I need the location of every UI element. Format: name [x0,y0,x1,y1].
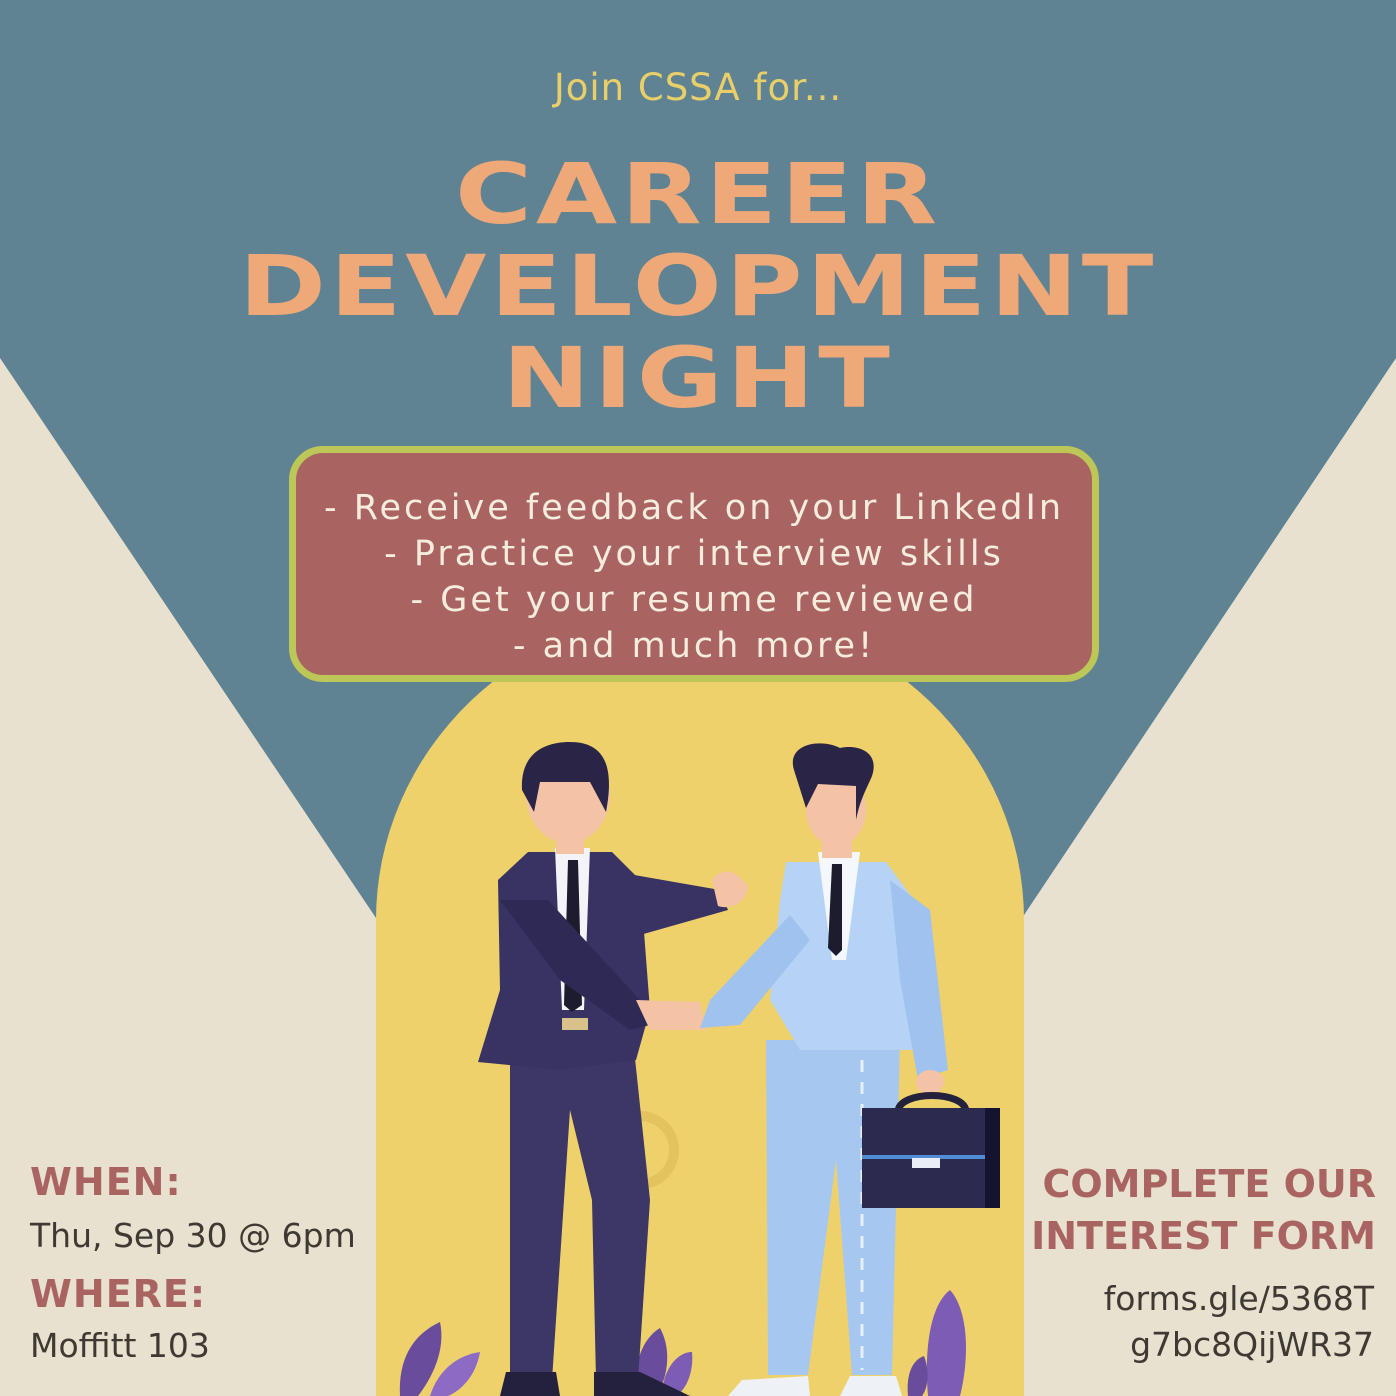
feature-item: - Practice your interview skills [384,534,1004,574]
event-title-line: NIGHT [502,329,894,427]
feature-item: - Get your resume reviewed [410,580,978,620]
interest-form-link-line: g7bc8QijWR37 [1130,1325,1374,1364]
when-value: Thu, Sep 30 @ 6pm [30,1216,356,1255]
features-box: - Receive feedback on your LinkedIn - Pr… [289,446,1099,682]
interest-form-link-line: forms.gle/5368T [1103,1279,1374,1318]
event-title-line: CAREER [455,145,941,243]
intro-text: Join CSSA for... [553,66,843,109]
where-value: Moffitt 103 [30,1326,210,1365]
event-title-line: DEVELOPMENT [238,237,1158,335]
when-label: WHEN: [30,1160,182,1204]
interest-form-heading: COMPLETE OUR INTEREST FORM [1031,1158,1376,1262]
where-label: WHERE: [30,1272,207,1316]
event-title: CAREER DEVELOPMENT NIGHT [0,148,1396,424]
feature-item: - and much more! [512,626,876,666]
interest-form-heading-line: INTEREST FORM [1031,1214,1376,1258]
event-poster: Join CSSA for... CAREER DEVELOPMENT NIGH… [0,0,1396,1396]
interest-form-heading-line: COMPLETE OUR [1042,1162,1376,1206]
interest-form-link[interactable]: forms.gle/5368T g7bc8QijWR37 [1104,1276,1374,1368]
feature-item: - Receive feedback on your LinkedIn [323,488,1065,528]
